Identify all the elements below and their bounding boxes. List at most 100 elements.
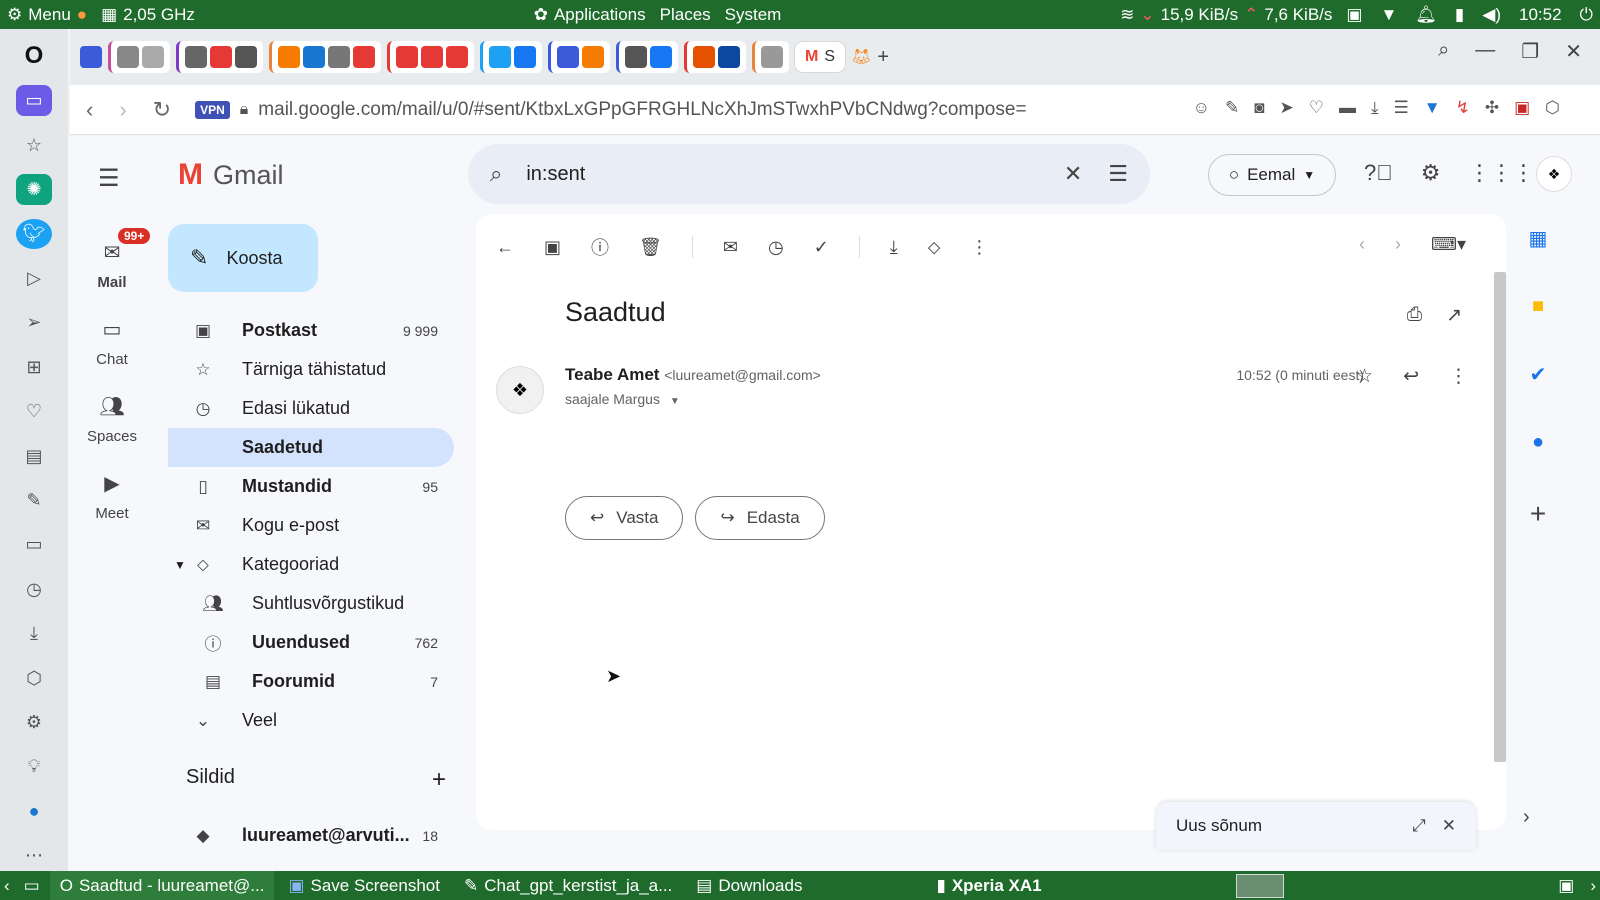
taskbar-item-downloads[interactable]: ▤ Downloads — [686, 876, 812, 896]
folder-updates[interactable]: ⓘ Uuendused 762 — [168, 623, 454, 662]
tab-favicon-icon[interactable] — [718, 46, 740, 68]
facebook-icon[interactable] — [514, 46, 536, 68]
tab-search-icon[interactable]: ⌕ — [1438, 39, 1449, 64]
extension-icon[interactable]: ▣ — [1514, 98, 1530, 118]
recipient-line[interactable]: saajale Margus ▼ — [565, 391, 680, 407]
contacts-icon[interactable]: ● — [1532, 431, 1544, 454]
easy-setup-icon[interactable]: ☰ — [1394, 98, 1409, 118]
workspace-switcher[interactable] — [1235, 873, 1284, 898]
folder-sent[interactable]: Saadetud — [168, 428, 454, 467]
pinboards-icon[interactable]: ☆ — [16, 130, 52, 160]
calendar-icon[interactable]: ▦ — [1529, 226, 1548, 251]
message-scrollbar[interactable] — [1494, 272, 1506, 762]
applications-menu[interactable]: ✿ Applications — [527, 5, 653, 25]
youtube-icon[interactable] — [446, 46, 468, 68]
clock[interactable]: 10:52 — [1519, 5, 1562, 25]
mark-unread-icon[interactable]: ✉ — [723, 237, 738, 258]
taskbar-item-screenshot[interactable]: ▣ Save Screenshot — [278, 876, 450, 896]
taskbar-item-browser[interactable]: O Saadtud - luureamet@... — [49, 871, 275, 900]
status-dropdown[interactable]: ○ Eemal ▼ — [1208, 154, 1336, 196]
tab-group[interactable] — [684, 41, 746, 73]
search-icon[interactable]: ⌕ — [490, 161, 502, 187]
send-sidebar-icon[interactable]: ➢ — [16, 308, 52, 338]
open-new-window-icon[interactable]: ↗ — [1446, 304, 1462, 327]
search-bar[interactable]: ⌕ in:sent ✕ ☰ — [468, 144, 1150, 204]
tab-favicon-icon[interactable] — [185, 46, 207, 68]
trash-icon[interactable]: ▣ — [1550, 876, 1582, 896]
tab-favicon-icon[interactable] — [117, 46, 139, 68]
system-menu[interactable]: System — [718, 5, 789, 25]
url-field[interactable]: mail.google.com/mail/u/0/#sent/KtbxLxGPp… — [258, 99, 1058, 121]
folder-forums[interactable]: ▤ Foorumid 7 — [168, 662, 454, 701]
heart-icon[interactable]: ♡ — [1309, 98, 1324, 118]
reply-button[interactable]: ↩ Vasta — [565, 496, 684, 540]
extensions-puzzle-icon[interactable]: ✣ — [1485, 98, 1499, 118]
youtube-icon[interactable] — [421, 46, 443, 68]
folder-all-mail[interactable]: ✉ Kogu e-post — [168, 506, 454, 545]
input-tools-icon[interactable]: ⌨▾ — [1431, 234, 1466, 255]
tab-group[interactable] — [269, 41, 381, 73]
tab-group[interactable] — [616, 41, 678, 73]
folder-more[interactable]: ⌄ Veel — [168, 701, 454, 740]
expand-triangle-icon[interactable]: ▼ — [174, 558, 190, 572]
wifi-tray-icon[interactable]: ▼ — [1380, 5, 1397, 25]
news-icon[interactable]: ▤ — [16, 441, 52, 471]
rail-chat[interactable]: ▭ Chat — [84, 313, 140, 369]
tab-group[interactable] — [548, 41, 610, 73]
folder-social[interactable]: 👥︎ Suhtlusvõrgustikud — [168, 584, 454, 623]
taskbar-item-phone[interactable]: ▮ Xperia XA1 — [926, 876, 1051, 896]
volume-icon[interactable]: ◀) — [1482, 5, 1501, 25]
folder-snoozed[interactable]: ◷ Edasi lükatud — [168, 389, 454, 428]
tab-favicon-icon[interactable] — [625, 46, 647, 68]
tab-favicon-icon[interactable] — [235, 46, 257, 68]
tab-favicon-icon[interactable] — [693, 46, 715, 68]
tab-group[interactable] — [387, 41, 474, 73]
tab-group[interactable] — [480, 41, 542, 73]
archive-icon[interactable]: ▣ — [544, 237, 561, 258]
tasks-icon[interactable]: ✔ — [1530, 362, 1547, 387]
new-tab-button[interactable]: + — [877, 46, 889, 69]
edit-icon[interactable]: ✎ — [1225, 98, 1239, 118]
player-icon[interactable]: ▷ — [16, 263, 52, 293]
print-icon[interactable]: ⎙ — [1407, 304, 1422, 327]
forward-button[interactable]: ↪ Edasta — [695, 496, 825, 540]
tab-favicon-icon[interactable] — [761, 46, 783, 68]
back-to-list-icon[interactable]: ← — [496, 237, 514, 258]
apps-grid-icon[interactable]: ⋮⋮⋮ — [1468, 160, 1534, 186]
taskbar-item-document[interactable]: ✎ Chat_gpt_kerstist_ja_a... — [454, 876, 682, 896]
more-icon[interactable]: ⋯ — [16, 841, 52, 871]
send-icon[interactable]: ➤ — [1280, 98, 1294, 118]
search-input[interactable]: in:sent — [526, 163, 1038, 186]
forward-icon[interactable]: › — [119, 97, 126, 123]
prev-message-icon[interactable]: ‹ — [1359, 234, 1365, 255]
youtube-icon[interactable] — [396, 46, 418, 68]
extension-icon[interactable]: ▼ — [1424, 98, 1441, 118]
chatgpt-icon[interactable]: ✺ — [16, 174, 52, 205]
battery-icon[interactable]: ▮ — [1455, 5, 1464, 25]
more-options-icon[interactable]: ⋮ — [970, 237, 988, 258]
cube-icon[interactable]: ⬡ — [1545, 98, 1560, 118]
keep-icon[interactable]: ■ — [1532, 295, 1544, 318]
star-message-icon[interactable]: ☆ — [1356, 365, 1373, 388]
bulb-icon[interactable]: 💡︎ — [16, 752, 52, 782]
tab-active-gmail[interactable]: M S — [795, 42, 845, 72]
recipient-details-icon[interactable]: ▼ — [670, 396, 680, 407]
back-icon[interactable]: ‹ — [86, 97, 93, 123]
cube-sidebar-icon[interactable]: ⬡ — [16, 663, 52, 693]
google-icon[interactable] — [303, 46, 325, 68]
apps-icon[interactable]: ⊞ — [16, 352, 52, 382]
speed-dial-icon[interactable]: ▭ — [16, 85, 52, 116]
report-spam-icon[interactable]: ⓘ — [591, 234, 609, 260]
folder-inbox[interactable]: ▣ Postkast 9 999 — [168, 311, 454, 350]
fullscreen-icon[interactable]: ⤢ — [1412, 816, 1426, 836]
bell-icon[interactable]: 🔔︎ — [1415, 5, 1437, 25]
tab-favicon-icon[interactable] — [650, 46, 672, 68]
account-avatar[interactable]: ❖ — [1536, 156, 1572, 192]
rail-spaces[interactable]: 👥︎ Spaces — [84, 390, 140, 446]
tab-favicon-icon[interactable] — [557, 46, 579, 68]
rail-meet[interactable]: ▶ Meet — [84, 467, 140, 523]
chat-bubble-icon[interactable]: ● — [16, 796, 52, 826]
audio-tray-icon[interactable]: ▣ — [1346, 5, 1362, 25]
close-draft-icon[interactable]: ✕ — [1442, 816, 1456, 836]
folder-drafts[interactable]: ▯ Mustandid 95 — [168, 467, 454, 506]
